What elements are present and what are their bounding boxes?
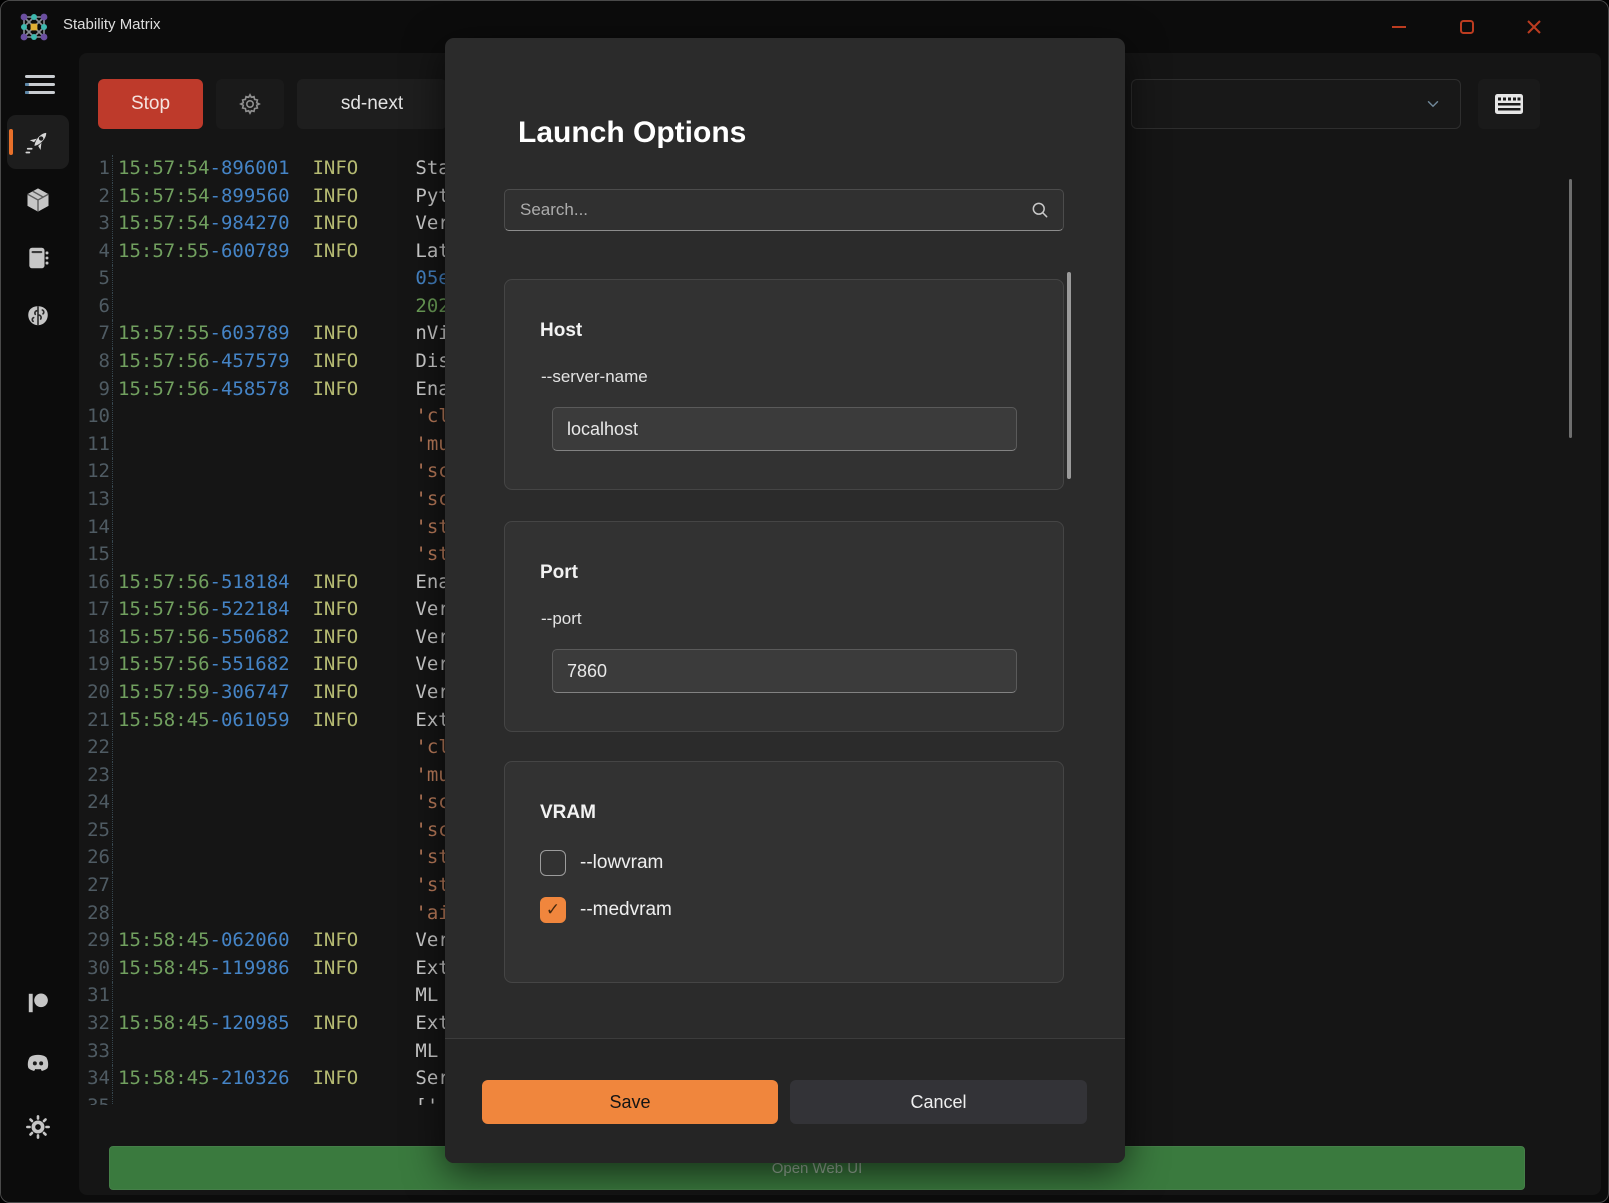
search-icon <box>1030 200 1050 220</box>
gear-icon <box>238 92 262 116</box>
rocket-icon <box>24 128 52 156</box>
close-icon <box>1526 19 1542 35</box>
search-input[interactable] <box>504 189 1064 231</box>
package-icon <box>24 186 52 214</box>
chevron-down-icon <box>1424 95 1442 113</box>
sidebar-item-inference[interactable] <box>7 289 69 343</box>
option-label: --port <box>541 609 582 629</box>
checkbox-label: --medvram <box>580 899 672 921</box>
maximize-icon <box>1459 19 1475 35</box>
medvram-checkbox-row[interactable]: ✓ --medvram <box>540 896 672 924</box>
discord-icon <box>24 1049 52 1077</box>
hamburger-icon <box>25 75 55 78</box>
dialog-footer: Save Cancel <box>445 1038 1125 1163</box>
patreon-icon <box>25 990 51 1016</box>
notebook-icon <box>25 245 51 271</box>
maximize-button[interactable] <box>1441 9 1493 45</box>
option-card-host: Host --server-name <box>504 279 1064 490</box>
package-selector-button[interactable]: sd-next <box>297 79 447 129</box>
sidebar <box>1 53 79 1202</box>
keyboard-input-button[interactable] <box>1478 79 1540 129</box>
dialog-title: Launch Options <box>518 116 746 150</box>
medvram-checkbox[interactable]: ✓ <box>540 897 566 923</box>
port-input[interactable] <box>552 649 1017 693</box>
card-heading: Port <box>540 562 578 584</box>
save-button-label: Save <box>609 1092 650 1113</box>
sidebar-item-packages[interactable] <box>7 173 69 227</box>
cancel-button[interactable]: Cancel <box>790 1080 1087 1124</box>
minimize-icon <box>1391 19 1407 35</box>
server-name-input[interactable] <box>552 407 1017 451</box>
keyboard-icon <box>1494 93 1524 115</box>
lowvram-checkbox-row[interactable]: ✓ --lowvram <box>540 849 663 877</box>
menu-toggle-button[interactable] <box>25 73 55 97</box>
app-window: Stability Matrix <box>0 0 1609 1203</box>
app-logo-icon <box>17 10 51 44</box>
sidebar-item-settings[interactable] <box>7 1100 69 1154</box>
settings-gear-icon <box>25 1114 51 1140</box>
app-title: Stability Matrix <box>63 16 161 33</box>
sidebar-item-patreon[interactable] <box>7 976 69 1030</box>
stop-button[interactable]: Stop <box>98 79 203 129</box>
checkbox-label: --lowvram <box>580 852 663 874</box>
log-scrollbar[interactable] <box>1569 179 1572 438</box>
save-button[interactable]: Save <box>482 1080 778 1124</box>
package-name-label: sd-next <box>341 93 403 115</box>
option-card-vram: VRAM ✓ --lowvram ✓ --medvram <box>504 761 1064 983</box>
option-card-port: Port --port <box>504 521 1064 732</box>
launch-options-dialog: Launch Options Host --server-name Port -… <box>445 38 1125 1163</box>
sidebar-item-launch[interactable] <box>7 115 69 169</box>
card-heading: VRAM <box>540 802 596 824</box>
lowvram-checkbox[interactable]: ✓ <box>540 850 566 876</box>
launch-options-button[interactable] <box>216 79 284 129</box>
selected-indicator <box>9 129 13 155</box>
sidebar-item-model-browser[interactable] <box>7 231 69 285</box>
option-label: --server-name <box>541 367 648 387</box>
dialog-scrollbar[interactable] <box>1067 272 1071 479</box>
close-button[interactable] <box>1508 9 1560 45</box>
version-dropdown[interactable] <box>1131 79 1461 129</box>
stop-button-label: Stop <box>131 93 170 115</box>
brain-icon <box>25 303 51 329</box>
card-heading: Host <box>540 320 582 342</box>
sidebar-item-discord[interactable] <box>7 1036 69 1090</box>
minimize-button[interactable] <box>1373 9 1425 45</box>
cancel-button-label: Cancel <box>910 1092 966 1113</box>
